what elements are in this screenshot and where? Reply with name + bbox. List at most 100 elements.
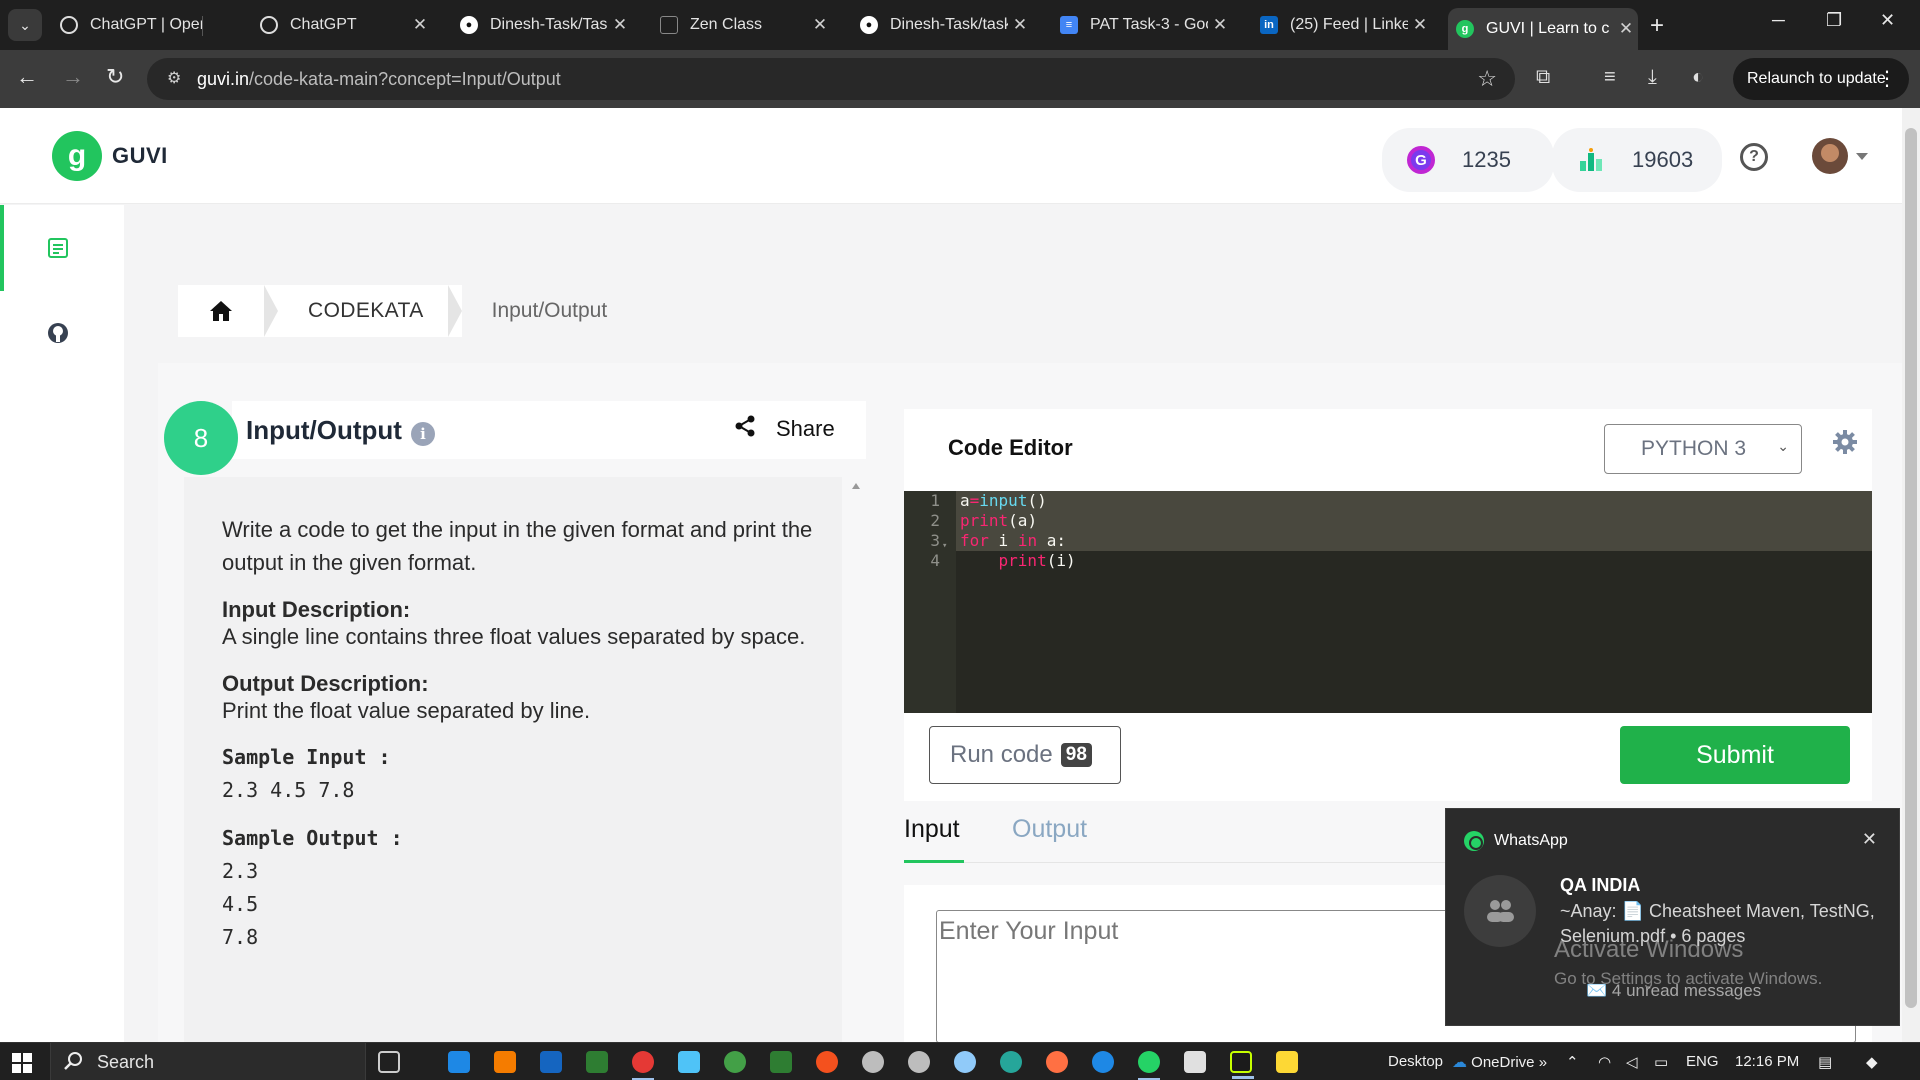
close-tab-icon[interactable]: ✕: [1408, 15, 1432, 35]
geekoins-counter[interactable]: G 1235: [1382, 128, 1554, 192]
leaderboard-points[interactable]: 19603: [1552, 128, 1722, 192]
desktop-toolbar[interactable]: Desktop: [1388, 1053, 1443, 1070]
clock[interactable]: 12:16 PM: [1735, 1053, 1799, 1070]
fold-arrow-icon[interactable]: ▾: [942, 541, 947, 551]
app-icon[interactable]: [724, 1051, 746, 1073]
browser-tab[interactable]: ● Dinesh-Task/task ✕: [852, 8, 1032, 42]
close-window-icon[interactable]: ✕: [1880, 10, 1895, 31]
bookmark-star-icon[interactable]: ☆: [1477, 66, 1497, 92]
download-icon[interactable]: ⤓: [1648, 66, 1657, 89]
page-scrollbar[interactable]: [1902, 108, 1920, 1043]
browser-tab[interactable]: ChatGPT | OpenAI: [52, 8, 202, 42]
close-tab-icon[interactable]: ✕: [608, 15, 632, 35]
site-info-icon[interactable]: ⚙: [167, 68, 181, 88]
help-icon[interactable]: ?: [1740, 143, 1768, 171]
home-icon[interactable]: [178, 285, 264, 337]
browser-tab[interactable]: ChatGPT ✕: [252, 8, 432, 42]
share-button[interactable]: Share: [734, 415, 835, 443]
restore-icon[interactable]: ❐: [1826, 10, 1842, 31]
sticky-notes-icon[interactable]: [1276, 1051, 1298, 1073]
tab-search-button[interactable]: ⌄: [8, 9, 42, 41]
openai-icon: [260, 16, 278, 34]
vlc-icon[interactable]: [494, 1051, 516, 1073]
notifications-icon[interactable]: ▤: [1818, 1053, 1832, 1071]
guvi-logo[interactable]: g GUVI: [52, 131, 168, 181]
word-icon[interactable]: [540, 1051, 562, 1073]
task-view-icon[interactable]: [378, 1051, 400, 1073]
more-options-icon[interactable]: ⋮: [1877, 66, 1897, 91]
app-icon[interactable]: [678, 1051, 700, 1073]
pycharm-icon[interactable]: [1230, 1051, 1254, 1079]
extensions-icon[interactable]: ⧉: [1536, 66, 1550, 89]
firefox-icon[interactable]: [1046, 1051, 1068, 1073]
page-scrollbar-thumb[interactable]: [1905, 128, 1917, 1008]
speaker-icon[interactable]: ◁: [1626, 1053, 1638, 1071]
rank-points-value: 19603: [1632, 147, 1694, 172]
onedrive-toolbar[interactable]: ☁ OneDrive »: [1452, 1053, 1547, 1071]
copilot-icon[interactable]: ◆: [1866, 1053, 1878, 1071]
browser-tab-active[interactable]: g GUVI | Learn to c ✕: [1448, 8, 1638, 50]
browser-tab[interactable]: Zen Class ✕: [652, 8, 832, 42]
battery-icon[interactable]: ▭: [1654, 1053, 1668, 1071]
wifi-icon[interactable]: ◠: [1598, 1053, 1611, 1071]
close-tab-icon[interactable]: ✕: [808, 15, 832, 35]
app-icon[interactable]: [816, 1051, 838, 1073]
run-code-button[interactable]: Run code 98: [929, 726, 1121, 784]
relaunch-button[interactable]: Relaunch to update ⋮: [1733, 58, 1909, 100]
minimize-icon[interactable]: ─: [1772, 10, 1785, 31]
submit-button[interactable]: Submit: [1620, 726, 1850, 784]
app-icon[interactable]: [1184, 1051, 1206, 1073]
zoom-icon[interactable]: [1092, 1051, 1114, 1073]
language-indicator[interactable]: ENG: [1686, 1053, 1719, 1070]
github-icon[interactable]: [46, 321, 70, 345]
code-editor[interactable]: 1 2 3 4 ▾ a=input() print(a) for i in a:…: [904, 491, 1872, 713]
close-tab-icon[interactable]: ✕: [408, 15, 432, 35]
editor-header: Code Editor PYTHON 3 ⌄: [904, 409, 1872, 491]
description-scrollbar[interactable]: [850, 481, 862, 1043]
tab-input[interactable]: Input: [904, 815, 960, 844]
whatsapp-taskbar-icon[interactable]: [1138, 1051, 1160, 1080]
tab-title: Dinesh-Task/Task: [490, 16, 608, 33]
taskbar-search[interactable]: Search: [50, 1043, 366, 1080]
leaderboard-icon: [1576, 145, 1606, 175]
app-icon[interactable]: [770, 1051, 792, 1073]
new-tab-icon[interactable]: +: [1650, 12, 1664, 40]
chevron-up-icon[interactable]: ⌃: [1566, 1053, 1579, 1071]
app-icon[interactable]: [908, 1051, 930, 1073]
close-tab-icon[interactable]: ✕: [1008, 15, 1032, 35]
profile-icon[interactable]: ◐: [1692, 66, 1704, 89]
browser-tab[interactable]: ≡ PAT Task-3 - Goo ✕: [1052, 8, 1232, 42]
windows-start-icon[interactable]: [12, 1053, 32, 1073]
run-count-badge: 98: [1060, 743, 1092, 767]
problems-list-icon[interactable]: [46, 236, 70, 260]
close-tab-icon[interactable]: ✕: [1208, 15, 1232, 35]
app-icon[interactable]: [862, 1051, 884, 1073]
browser-tab[interactable]: in (25) Feed | Linke ✕: [1252, 8, 1432, 42]
back-icon[interactable]: ←: [16, 64, 38, 90]
close-tab-icon[interactable]: ✕: [1614, 19, 1638, 39]
scroll-up-icon[interactable]: [852, 483, 860, 489]
whatsapp-notification[interactable]: WhatsApp ✕ QA INDIA ~Anay: 📄 Cheatsheet …: [1445, 808, 1900, 1026]
reload-icon[interactable]: ↻: [106, 64, 124, 90]
excel-icon[interactable]: [586, 1051, 608, 1073]
user-avatar[interactable]: [1812, 138, 1848, 174]
tab-title: GUVI | Learn to c: [1486, 20, 1610, 37]
tab-output[interactable]: Output: [1012, 815, 1087, 844]
address-bar[interactable]: ⚙ guvi.in/code-kata-main?concept=Input/O…: [147, 58, 1515, 100]
language-select[interactable]: PYTHON 3 ⌄: [1604, 424, 1802, 474]
media-control-icon[interactable]: ≡: [1604, 66, 1616, 89]
browser-tab[interactable]: ● Dinesh-Task/Task ✕: [452, 8, 632, 42]
info-icon[interactable]: i: [411, 422, 435, 446]
close-icon[interactable]: ✕: [1862, 829, 1877, 850]
chevron-down-icon[interactable]: [1856, 153, 1868, 160]
mail-icon[interactable]: [448, 1051, 470, 1073]
forward-icon[interactable]: →: [62, 64, 84, 90]
edge-icon[interactable]: [1000, 1051, 1022, 1073]
breadcrumb-codekata[interactable]: CODEKATA: [278, 285, 448, 337]
breadcrumb-current: Input/Output: [461, 285, 608, 337]
tab-title: Dinesh-Task/task: [890, 16, 1008, 33]
chrome-icon[interactable]: [632, 1051, 654, 1080]
app-icon[interactable]: [954, 1051, 976, 1073]
settings-gear-icon[interactable]: [1832, 429, 1858, 460]
site-header: g GUVI G 1235 19603 ?: [0, 108, 1902, 204]
